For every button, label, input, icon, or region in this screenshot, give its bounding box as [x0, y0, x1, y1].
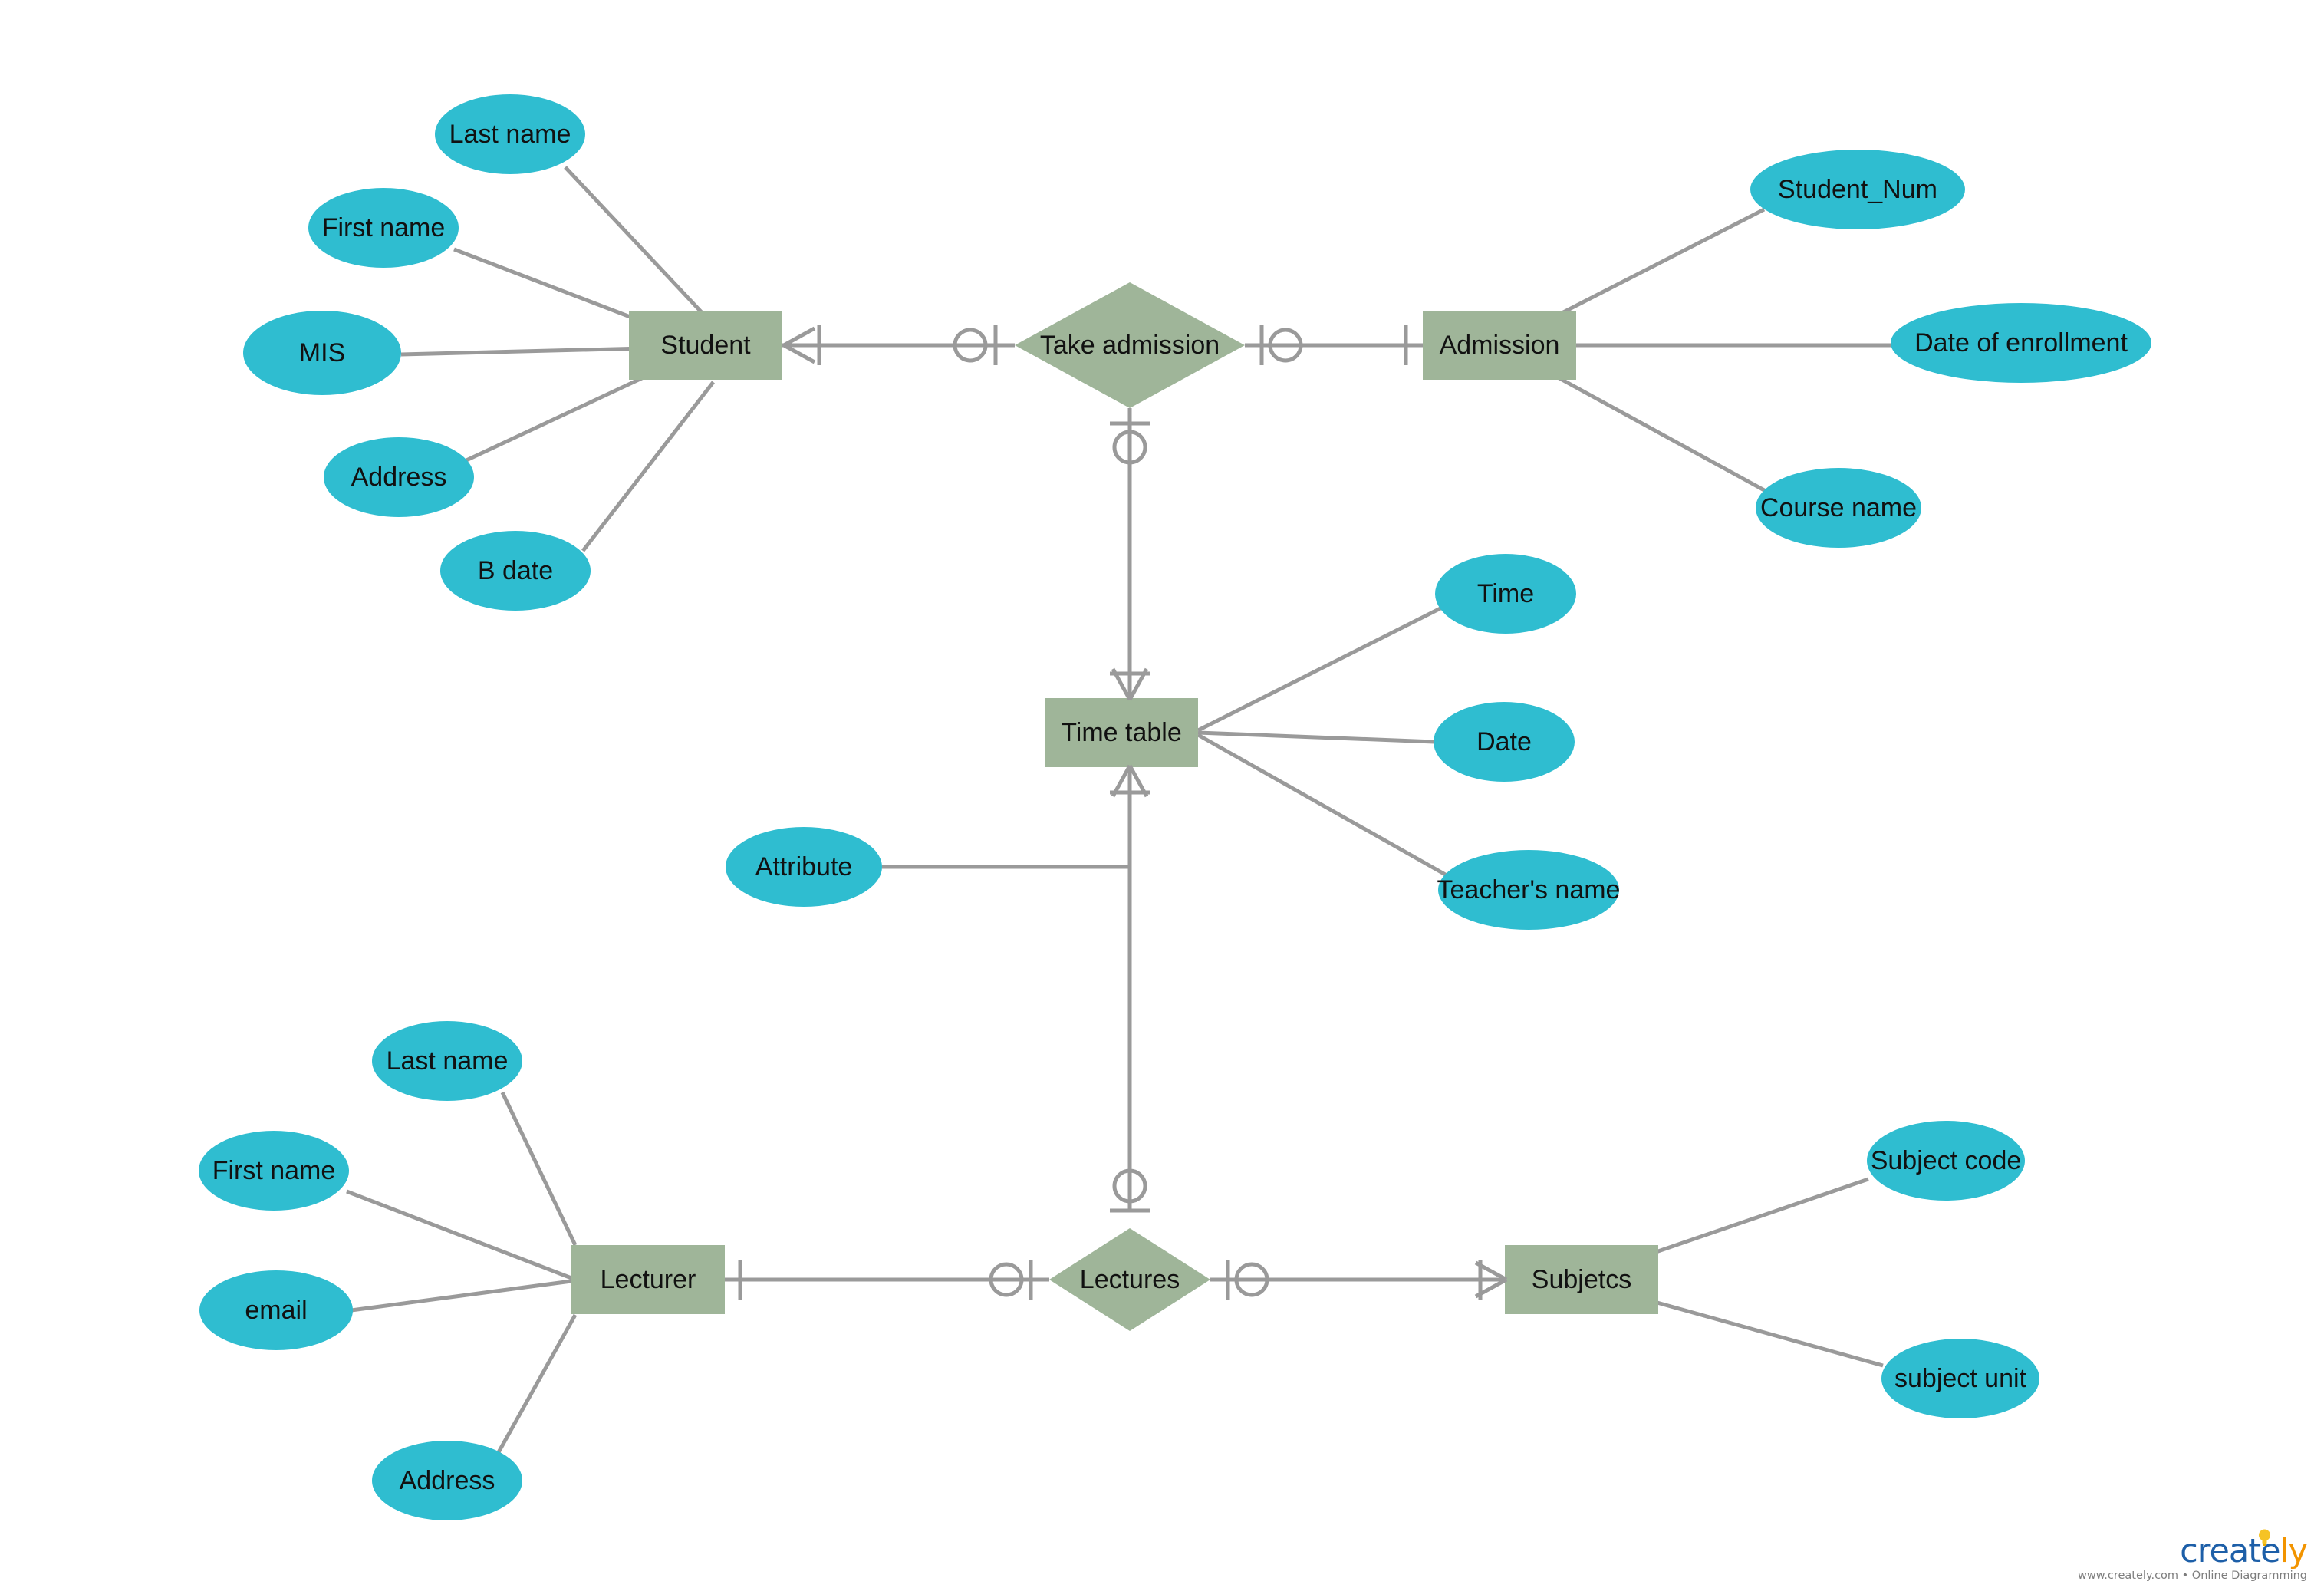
attribute-lecturer-first-name[interactable]: First name: [199, 1131, 349, 1211]
link-student-last-name: [564, 166, 711, 322]
marker-subjects-many-one: [1474, 1260, 1508, 1300]
attribute-label: Subject code: [1871, 1146, 2022, 1175]
attribute-lecturer-email[interactable]: email: [199, 1270, 353, 1350]
attribute-label: Last name: [387, 1046, 509, 1076]
entity-label: Lecturer: [601, 1265, 696, 1294]
attribute-admission-student-num[interactable]: Student_Num: [1750, 150, 1965, 229]
creately-wordmark-part3: ly: [2280, 1532, 2308, 1570]
attribute-label: B date: [478, 556, 553, 585]
link-student-b-date: [581, 381, 715, 552]
attribute-label: subject unit: [1894, 1364, 2027, 1393]
entity-label: Admission: [1440, 331, 1560, 360]
entity-timetable[interactable]: Time table: [1045, 698, 1198, 767]
marker-timetable-bottom-many-one: [1110, 764, 1150, 798]
creately-watermark: creately www.creately.com • Online Diagr…: [2078, 1529, 2308, 1582]
entity-label: Subjetcs: [1532, 1265, 1631, 1294]
link-lecturer-email: [351, 1279, 572, 1313]
relationship-take-admission[interactable]: Take admission: [1015, 282, 1245, 408]
creately-tagline: www.creately.com • Online Diagramming: [2078, 1570, 2307, 1582]
link-lecturer-last-name: [500, 1091, 578, 1247]
cardinality-markers: [738, 325, 1508, 1300]
creately-wordmark-part1: creat: [2180, 1532, 2261, 1570]
link-lecturer-address: [492, 1313, 578, 1461]
attribute-timetable-time[interactable]: Time: [1435, 554, 1576, 634]
entity-admission[interactable]: Admission: [1423, 311, 1576, 380]
attribute-label: Address: [400, 1466, 495, 1495]
attribute-timetable-attribute[interactable]: Attribute: [726, 827, 882, 907]
attribute-lecturer-address[interactable]: Address: [372, 1441, 522, 1520]
lightbulb-icon: [2259, 1529, 2270, 1546]
marker-student-many: [782, 325, 821, 365]
marker-timetable-top-many-one: [1110, 667, 1150, 701]
er-diagram-canvas: Last name First name MIS Address B date …: [0, 0, 2324, 1588]
attribute-timetable-date[interactable]: Date: [1434, 702, 1575, 782]
attribute-admission-course-name[interactable]: Course name: [1756, 468, 1921, 548]
link-timetable-teachers-name: [1197, 733, 1450, 878]
attribute-student-mis[interactable]: MIS: [243, 311, 401, 395]
attribute-label: First name: [322, 213, 446, 242]
attribute-label: First name: [212, 1156, 336, 1185]
attribute-label: Teacher's name: [1437, 875, 1621, 904]
attribute-label: Attribute: [755, 852, 853, 881]
entity-lecturer[interactable]: Lecturer: [571, 1245, 725, 1314]
entity-nodes: Student Admission Time table Lecturer Su…: [571, 311, 1658, 1314]
attribute-label: Time: [1477, 579, 1534, 608]
attribute-student-address[interactable]: Address: [324, 437, 474, 517]
relationship-lectures[interactable]: Lectures: [1049, 1228, 1210, 1331]
er-diagram-svg: Last name First name MIS Address B date …: [199, 94, 2151, 1520]
attribute-lecturer-last-name[interactable]: Last name: [372, 1021, 522, 1101]
attribute-student-last-name[interactable]: Last name: [435, 94, 585, 174]
attribute-admission-date-of-enrollment[interactable]: Date of enrollment: [1891, 303, 2151, 383]
attribute-label: Course name: [1760, 493, 1917, 522]
creately-wordmark: creately: [2078, 1532, 2308, 1570]
attribute-subjects-subject-unit[interactable]: subject unit: [1881, 1339, 2039, 1418]
attribute-label: Date of enrollment: [1914, 328, 2128, 357]
relationship-label: Take admission: [1040, 331, 1220, 360]
relationship-label: Lectures: [1080, 1265, 1180, 1294]
entity-label: Student: [660, 331, 751, 360]
attribute-label: MIS: [299, 338, 345, 367]
entity-student[interactable]: Student: [629, 311, 782, 380]
attribute-label: Address: [351, 463, 447, 492]
attribute-label: Last name: [449, 120, 571, 149]
link-lecturer-first-name: [346, 1189, 572, 1280]
link-timetable-date: [1197, 730, 1435, 744]
attribute-student-first-name[interactable]: First name: [308, 188, 459, 268]
attribute-student-b-date[interactable]: B date: [440, 531, 591, 611]
entity-subjects[interactable]: Subjetcs: [1505, 1245, 1658, 1314]
attribute-timetable-teachers-name[interactable]: Teacher's name: [1437, 850, 1621, 930]
attribute-label: Date: [1476, 727, 1532, 756]
attribute-label: email: [245, 1296, 307, 1325]
attribute-subjects-subject-code[interactable]: Subject code: [1867, 1121, 2025, 1201]
attribute-label: Student_Num: [1778, 175, 1937, 204]
link-timetable-time: [1197, 605, 1443, 733]
entity-label: Time table: [1061, 718, 1181, 747]
